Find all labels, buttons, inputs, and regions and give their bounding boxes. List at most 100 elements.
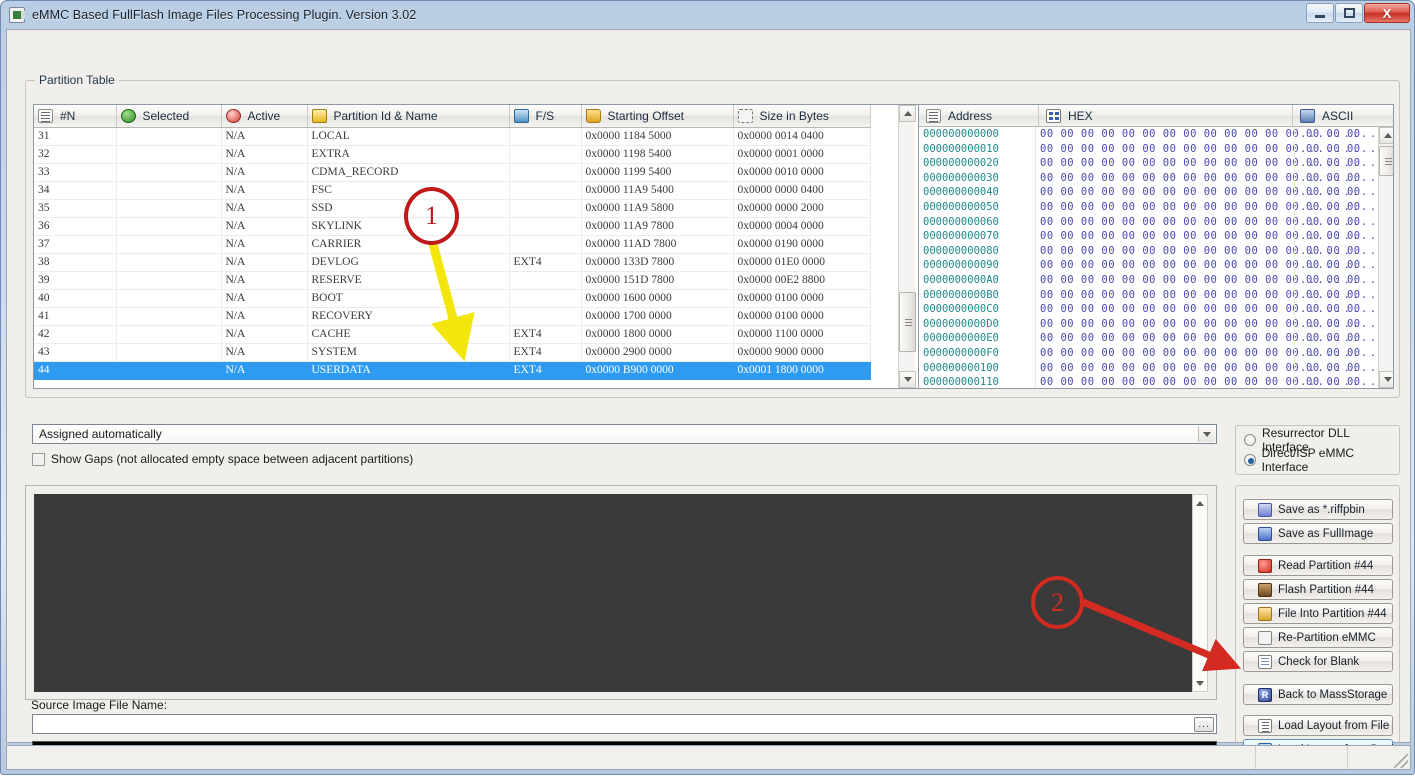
hex-address: 000000000000 bbox=[923, 128, 999, 140]
table-row[interactable]: 37 N/A CARRIER 0x0000 11AD 7800 0x0000 0190 … bbox=[34, 235, 871, 254]
log-scroll-up-arrow[interactable] bbox=[1193, 496, 1207, 510]
table-row[interactable]: 31 N/A LOCAL 0x0000 1184 5000 0x0000 0014 04… bbox=[34, 127, 871, 146]
column-header-label: Starting Offset bbox=[607, 108, 684, 123]
cell-n: 33 bbox=[34, 163, 117, 182]
hex-scroll-up-arrow[interactable] bbox=[1379, 127, 1393, 144]
browse-button[interactable]: ... bbox=[1194, 717, 1214, 732]
hex-row[interactable]: 000000000030 00 00 00 00 00 00 00 00 00 0… bbox=[919, 170, 1393, 186]
resize-grip-icon[interactable] bbox=[1394, 754, 1408, 768]
hex-row[interactable]: 000000000080 00 00 00 00 00 00 00 00 00 0… bbox=[919, 243, 1393, 259]
radio-button[interactable] bbox=[1244, 434, 1256, 446]
hex-icon bbox=[1046, 108, 1061, 123]
log-scroll-down-arrow[interactable] bbox=[1193, 676, 1207, 690]
scrollbar-thumb[interactable] bbox=[899, 292, 916, 352]
hex-col-ascii[interactable]: ASCII bbox=[1293, 105, 1393, 126]
hex-scrollbar-thumb[interactable] bbox=[1379, 146, 1393, 176]
table-row[interactable]: 41 N/A RECOVERY 0x0000 1700 0000 0x0000 0100… bbox=[34, 307, 871, 326]
column-header-label: Size in Bytes bbox=[759, 108, 829, 123]
hex-scrollbar[interactable] bbox=[1378, 127, 1393, 388]
cell-name: CDMA_RECORD bbox=[307, 163, 510, 182]
hex-row[interactable]: 0000000000F0 00 00 00 00 00 00 00 00 00 0… bbox=[919, 345, 1393, 361]
back-to-massstorage-button[interactable]: R Back to MassStorage bbox=[1243, 684, 1393, 705]
cell-offset: 0x0000 1700 0000 bbox=[581, 307, 734, 326]
hex-row[interactable]: 000000000060 00 00 00 00 00 00 00 00 00 0… bbox=[919, 214, 1393, 230]
radio-button-selected[interactable] bbox=[1244, 454, 1256, 466]
cell-name: RESERVE bbox=[307, 271, 510, 290]
column-header-offset[interactable]: Starting Offset bbox=[581, 105, 734, 128]
read-partition-44-button[interactable]: Read Partition #44 bbox=[1243, 555, 1393, 576]
chevron-down-icon[interactable] bbox=[1198, 426, 1215, 442]
hex-row[interactable]: 0000000000A0 00 00 00 00 00 00 00 00 00 0… bbox=[919, 272, 1393, 288]
hex-row[interactable]: 000000000040 00 00 00 00 00 00 00 00 00 0… bbox=[919, 185, 1393, 200]
save-fullimage-icon bbox=[1258, 526, 1272, 541]
table-row[interactable]: 39 N/A RESERVE 0x0000 151D 7800 0x0000 00E2 … bbox=[34, 271, 871, 290]
check-for-blank-button[interactable]: Check for Blank bbox=[1243, 651, 1393, 672]
hex-row[interactable]: 000000000050 00 00 00 00 00 00 00 00 00 0… bbox=[919, 199, 1393, 215]
cell-active: N/A bbox=[221, 343, 308, 362]
load-layout-from-file-button[interactable]: Load Layout from File bbox=[1243, 715, 1393, 736]
cell-n: 43 bbox=[34, 343, 117, 362]
hex-row[interactable]: 000000000100 00 00 00 00 00 00 00 00 00 0… bbox=[919, 360, 1393, 376]
column-header-fs[interactable]: F/S bbox=[509, 105, 582, 128]
close-button[interactable]: X bbox=[1364, 3, 1410, 23]
log-scrollbar[interactable] bbox=[1192, 494, 1208, 692]
scroll-up-arrow[interactable] bbox=[899, 105, 916, 122]
status-panel-1 bbox=[7, 746, 1256, 769]
save-as-fullimage-button[interactable]: Save as FullImage bbox=[1243, 523, 1393, 544]
hex-row[interactable]: 000000000010 00 00 00 00 00 00 00 00 00 0… bbox=[919, 141, 1393, 157]
hex-bytes: 00 00 00 00 00 00 00 00 00 00 00 00 00 0… bbox=[1035, 272, 1360, 288]
table-row[interactable]: 38 N/A DEVLOG EXT4 0x0000 133D 7800 0x0000 01… bbox=[34, 253, 871, 272]
hex-col-address[interactable]: Address bbox=[919, 105, 1039, 126]
hex-bytes: 00 00 00 00 00 00 00 00 00 00 00 00 00 0… bbox=[1035, 360, 1360, 376]
hex-row[interactable]: 000000000070 00 00 00 00 00 00 00 00 00 0… bbox=[919, 229, 1393, 244]
column-header-name[interactable]: Partition Id & Name bbox=[307, 105, 510, 128]
source-file-input[interactable] bbox=[33, 715, 1216, 733]
flash-partition-44-button[interactable]: Flash Partition #44 bbox=[1243, 579, 1393, 600]
column-header-sel[interactable]: Selected bbox=[116, 105, 222, 128]
button-label: Flash Partition #44 bbox=[1278, 583, 1374, 596]
column-header-size[interactable]: Size in Bytes bbox=[733, 105, 871, 128]
back-massstorage-icon: R bbox=[1258, 687, 1272, 702]
table-row[interactable]: 33 N/A CDMA_RECORD 0x0000 1199 5400 0x0000 0… bbox=[34, 163, 871, 182]
cell-name: CARRIER bbox=[307, 235, 510, 254]
hex-row[interactable]: 0000000000C0 00 00 00 00 00 00 00 00 00 0… bbox=[919, 302, 1393, 317]
save-as-riffpbin-button[interactable]: Save as *.riffpbin bbox=[1243, 499, 1393, 520]
hex-row[interactable]: 000000000090 00 00 00 00 00 00 00 00 00 0… bbox=[919, 258, 1393, 273]
layout-assignment-combo[interactable]: Assigned automatically bbox=[32, 424, 1217, 444]
hex-col-hex[interactable]: HEX bbox=[1039, 105, 1293, 126]
hex-address: 0000000000A0 bbox=[923, 273, 999, 286]
table-row[interactable]: 32 N/A EXTRA 0x0000 1198 5400 0x0000 0001 00… bbox=[34, 145, 871, 164]
cell-name: RECOVERY bbox=[307, 307, 510, 326]
file-into-partition-44-button[interactable]: File Into Partition #44 bbox=[1243, 603, 1393, 624]
cell-sel bbox=[116, 199, 222, 218]
hex-address: 000000000080 bbox=[923, 244, 999, 257]
cell-name: CACHE bbox=[307, 325, 510, 344]
radio-direct-isp-emmc[interactable]: Direct/ISP eMMC Interface bbox=[1236, 446, 1399, 474]
table-row[interactable]: 40 N/A BOOT 0x0000 1600 0000 0x0000 0100 000… bbox=[34, 289, 871, 308]
hex-row[interactable]: 0000000000D0 00 00 00 00 00 00 00 00 00 0… bbox=[919, 316, 1393, 332]
hex-scroll-down-arrow[interactable] bbox=[1379, 371, 1393, 388]
table-scrollbar[interactable] bbox=[898, 105, 916, 388]
hex-row[interactable]: 000000000020 00 00 00 00 00 00 00 00 00 0… bbox=[919, 156, 1393, 171]
table-row-44[interactable]: 44 N/A USERDATA EXT4 0x0000 B900 0000 0x0001 … bbox=[34, 361, 871, 380]
save-riffpbin-icon bbox=[1258, 502, 1272, 517]
hex-row[interactable]: 000000000000 00 00 00 00 00 00 00 00 00 0… bbox=[919, 127, 1393, 142]
cell-n: 31 bbox=[34, 127, 117, 146]
restore-button[interactable] bbox=[1335, 3, 1363, 23]
minimize-button[interactable] bbox=[1306, 3, 1334, 23]
scroll-down-arrow[interactable] bbox=[899, 371, 916, 388]
table-row[interactable]: 42 N/A CACHE EXT4 0x0000 1800 0000 0x0000 110… bbox=[34, 325, 871, 344]
cell-sel bbox=[116, 289, 222, 308]
table-row[interactable]: 43 N/A SYSTEM EXT4 0x0000 2900 0000 0x0000 90… bbox=[34, 343, 871, 362]
log-output-area[interactable] bbox=[34, 494, 1192, 692]
column-header-active[interactable]: Active bbox=[221, 105, 308, 128]
hex-row[interactable]: 0000000000E0 00 00 00 00 00 00 00 00 00 0… bbox=[919, 331, 1393, 346]
column-header-n[interactable]: #N bbox=[34, 105, 117, 128]
hex-row[interactable]: 000000000110 00 00 00 00 00 00 00 00 00 0… bbox=[919, 375, 1393, 388]
hex-bytes: 00 00 00 00 00 00 00 00 00 00 00 00 00 0… bbox=[1035, 214, 1360, 230]
hex-bytes: 00 00 00 00 00 00 00 00 00 00 00 00 00 0… bbox=[1035, 375, 1360, 388]
show-gaps-checkbox[interactable]: Show Gaps (not allocated empty space bet… bbox=[32, 452, 413, 466]
re-partition-emmc-button[interactable]: Re-Partition eMMC bbox=[1243, 627, 1393, 648]
checkbox-box[interactable] bbox=[32, 452, 45, 466]
hex-row[interactable]: 0000000000B0 00 00 00 00 00 00 00 00 00 0… bbox=[919, 287, 1393, 303]
